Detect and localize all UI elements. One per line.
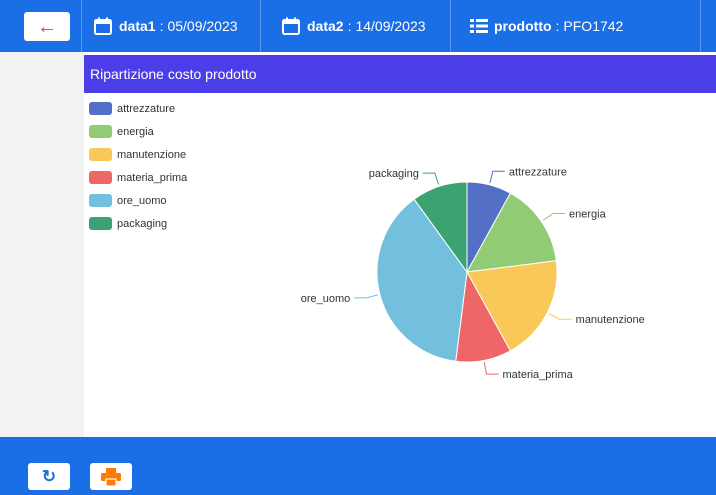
refresh-icon: ↻	[41, 466, 57, 486]
date1-value: 05/09/2023	[167, 18, 238, 34]
calendar-icon	[94, 17, 112, 35]
date2-label: data2	[307, 18, 344, 34]
arrow-left-icon: ←	[37, 15, 57, 38]
product-field[interactable]: prodotto : PFO1742	[470, 0, 623, 52]
toolbar-divider	[450, 0, 451, 52]
date2-value: 14/09/2023	[355, 18, 426, 34]
pie-leader-line	[483, 362, 499, 375]
date2-colon: :	[347, 18, 352, 34]
product-colon: :	[555, 18, 560, 34]
back-button[interactable]: ←	[24, 12, 70, 41]
pie-leader-line	[548, 313, 572, 320]
list-icon	[470, 19, 488, 33]
toolbar-divider	[260, 0, 261, 52]
pie-slice-label: packaging	[369, 168, 419, 180]
calendar-icon	[282, 17, 300, 35]
pie-leader-line	[489, 170, 505, 184]
pie-chart: attrezzature energia manutenzione materia_p…	[301, 166, 645, 381]
left-sidebar	[0, 52, 84, 437]
date1-field[interactable]: data1 : 05/09/2023	[93, 0, 238, 52]
date1-label: data1	[119, 18, 156, 34]
pie-slice-label: materia_prima	[502, 369, 573, 381]
pie-slice-label: ore_uomo	[301, 293, 351, 305]
toolbar-divider	[81, 0, 82, 52]
chart-panel: Ripartizione costo prodotto attrezzature…	[84, 52, 716, 437]
pie-slice-label: attrezzature	[509, 166, 567, 178]
product-value: PFO1742	[563, 18, 624, 34]
print-icon	[101, 467, 121, 486]
product-label: prodotto	[494, 18, 552, 34]
date2-field[interactable]: data2 : 14/09/2023	[281, 0, 426, 52]
pie-leader-line	[422, 172, 440, 185]
pie-leader-line	[354, 294, 379, 299]
pie-slice-label: manutenzione	[576, 314, 645, 326]
top-toolbar: ← data1 : 05/09/2023 data2 : 14/09/2023	[0, 0, 716, 52]
bottom-toolbar: ↻	[0, 437, 716, 495]
print-button[interactable]	[90, 463, 132, 490]
pie-slice-label: energia	[569, 209, 607, 221]
refresh-button[interactable]: ↻	[28, 463, 70, 490]
pie-leader-line	[542, 213, 566, 221]
toolbar-divider	[700, 0, 701, 52]
date1-colon: :	[159, 18, 164, 34]
